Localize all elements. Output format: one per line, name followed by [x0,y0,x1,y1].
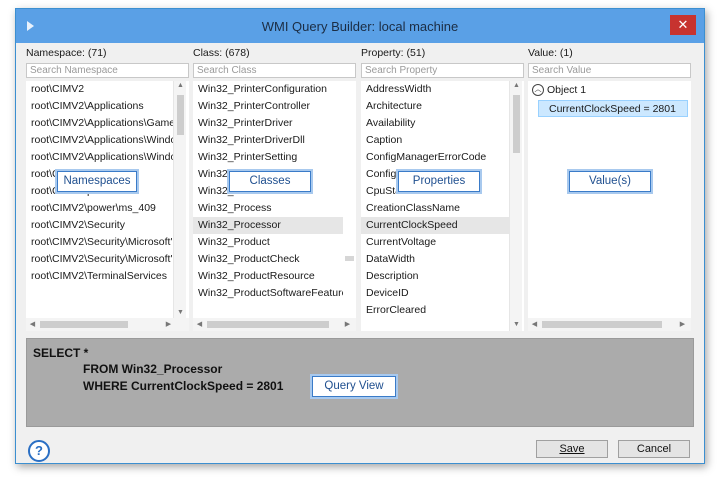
list-item[interactable]: Win32_Process [193,200,343,217]
scroll-right-arrow-icon[interactable]: ▶ [341,321,354,329]
list-item[interactable]: DeviceID [361,285,509,302]
list-item[interactable]: Win32_PrinterDriver [193,115,343,132]
property-items: AddressWidth Architecture Availability Capt… [361,81,524,319]
scroll-left-arrow-icon[interactable]: ◀ [193,321,206,329]
list-item[interactable]: CurrentVoltage [361,234,509,251]
value-list[interactable]: ︿ Object 1 CurrentClockSpeed = 2801 ◀ ▶ [528,81,691,331]
list-item[interactable]: Win32_ProductResource [193,268,343,285]
query-where-line: WHERE CurrentClockSpeed = 2801 [83,379,284,393]
scroll-thumb[interactable] [40,321,128,328]
object-label: Object 1 [547,84,587,96]
scroll-thumb[interactable] [345,256,354,261]
property-header: Property: (51) [361,47,426,59]
cancel-button[interactable]: Cancel [618,440,690,458]
list-item[interactable]: Architecture [361,98,509,115]
namespace-list[interactable]: root\CIMV2 root\CIMV2\Applications root\CI… [26,81,189,331]
list-item[interactable]: ErrorCleared [361,302,509,319]
search-namespace-input[interactable]: Search Namespace [26,63,189,78]
search-property-input[interactable]: Search Property [361,63,524,78]
list-item[interactable]: root\CIMV2\Security\Microsoft' [26,234,173,251]
scroll-down-arrow-icon[interactable]: ▼ [510,321,523,329]
list-item[interactable]: root\CIMV2\TerminalServices [26,268,173,285]
value-item[interactable]: CurrentClockSpeed = 2801 [538,100,688,117]
list-item[interactable]: root\CIMV2\Applications\Windo [26,132,173,149]
query-view-callout: Query View [312,376,396,397]
list-item[interactable]: CreationClassName [361,200,509,217]
query-view-panel: SELECT * FROM Win32_Processor WHERE Curr… [26,338,694,427]
list-item[interactable]: root\CIMV2\Security\Microsoft' [26,251,173,268]
namespace-horizontal-scrollbar[interactable]: ◀ ▶ [26,318,189,331]
property-vertical-scrollbar[interactable]: ▲ ▼ [509,81,522,331]
class-list[interactable]: Win32_PrinterConfiguration Win32_PrinterC… [193,81,356,331]
query-from-line: FROM Win32_Processor [83,362,223,376]
help-icon[interactable]: ? [28,440,50,462]
list-item[interactable]: CurrentClockSpeed [361,217,509,234]
save-button[interactable]: Save [536,440,608,458]
list-item[interactable]: Availability [361,115,509,132]
scroll-right-arrow-icon[interactable]: ▶ [162,321,175,329]
scroll-thumb[interactable] [177,95,184,135]
list-item[interactable]: Win32_PrinterDriverDll [193,132,343,149]
scroll-up-arrow-icon[interactable]: ▲ [510,82,523,90]
scroll-down-arrow-icon[interactable]: ▼ [174,309,187,317]
scroll-left-arrow-icon[interactable]: ◀ [528,321,541,329]
list-item[interactable]: root\CIMV2\Applications\Game [26,115,173,132]
list-item[interactable]: root\CIMV2\Security [26,217,173,234]
namespace-header: Namespace: (71) [26,47,107,59]
list-item[interactable]: Win32_Product [193,234,343,251]
class-vertical-scrollbar[interactable] [343,81,356,318]
properties-callout: Properties [398,171,480,192]
list-item[interactable]: Win32_Processor [193,217,343,234]
list-item[interactable]: root\CIMV2\Applications\Windo [26,149,173,166]
class-horizontal-scrollbar[interactable]: ◀ ▶ [193,318,356,331]
close-button[interactable]: ✕ [670,15,696,35]
namespace-vertical-scrollbar[interactable]: ▲ ▼ [173,81,186,318]
scroll-thumb[interactable] [542,321,662,328]
list-item[interactable]: Win32_ProductCheck [193,251,343,268]
values-callout: Value(s) [569,171,651,192]
wmi-query-builder-window: WMI Query Builder: local machine ✕ Names… [15,8,705,464]
list-item[interactable]: Win32_PrinterSetting [193,149,343,166]
object-tree-node[interactable]: ︿ Object 1 [528,81,691,100]
search-value-input[interactable]: Search Value [528,63,691,78]
list-item[interactable]: Caption [361,132,509,149]
list-item[interactable]: AddressWidth [361,81,509,98]
list-item[interactable]: Win32_ProductSoftwareFeature [193,285,343,302]
scroll-up-arrow-icon[interactable]: ▲ [174,82,187,90]
value-horizontal-scrollbar[interactable]: ◀ ▶ [528,318,691,331]
classes-callout: Classes [229,171,311,192]
title-bar[interactable]: WMI Query Builder: local machine ✕ [16,9,704,43]
list-item[interactable]: Win32_PrinterConfiguration [193,81,343,98]
class-header: Class: (678) [193,47,250,59]
list-item[interactable]: Description [361,268,509,285]
property-list[interactable]: AddressWidth Architecture Availability Capt… [361,81,524,331]
list-item[interactable]: root\CIMV2\Applications [26,98,173,115]
scroll-left-arrow-icon[interactable]: ◀ [26,321,39,329]
window-title: WMI Query Builder: local machine [261,19,459,34]
list-item[interactable]: root\CIMV2\power\ms_409 [26,200,173,217]
scroll-thumb[interactable] [207,321,329,328]
list-item[interactable]: ConfigManagerErrorCode [361,149,509,166]
list-item[interactable]: Win32_PrinterController [193,98,343,115]
main-content: Namespace: (71) Search Namespace root\CI… [16,43,704,465]
collapse-icon[interactable]: ︿ [532,84,544,97]
scroll-right-arrow-icon[interactable]: ▶ [676,321,689,329]
namespaces-callout: Namespaces [57,171,137,192]
value-header: Value: (1) [528,47,573,59]
list-item[interactable]: root\CIMV2 [26,81,173,98]
scroll-thumb[interactable] [513,95,520,153]
query-select-line: SELECT * [33,346,89,360]
list-item[interactable]: DataWidth [361,251,509,268]
search-class-input[interactable]: Search Class [193,63,356,78]
save-label: Save [559,443,585,455]
